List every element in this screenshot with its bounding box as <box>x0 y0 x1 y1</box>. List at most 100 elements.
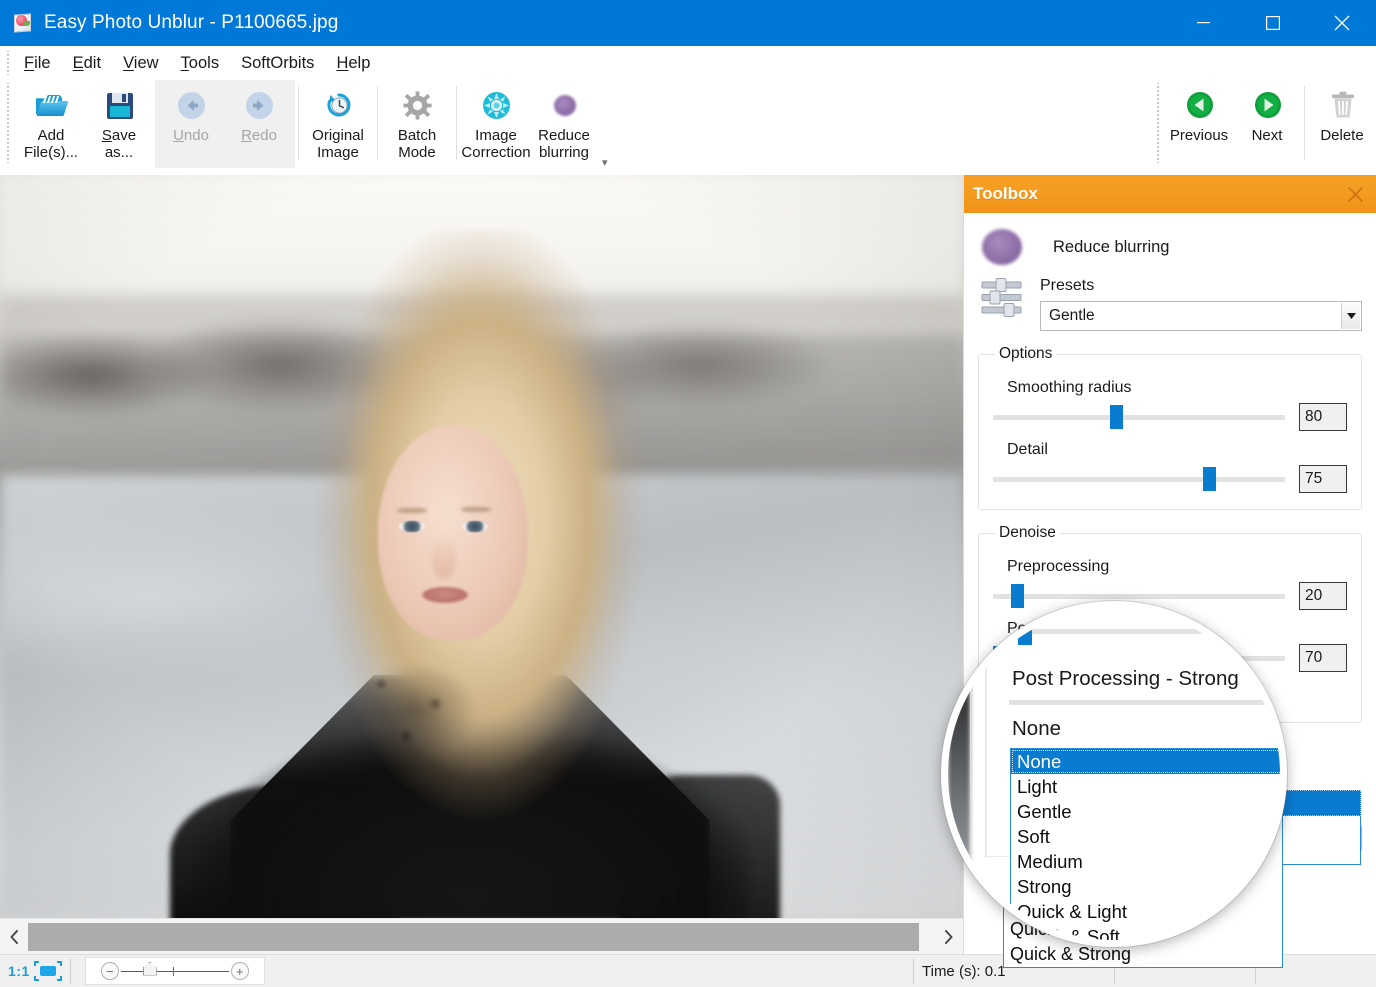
image-correction-button[interactable]: Image Correction <box>462 80 530 164</box>
dropdown-option-quick-strong[interactable]: Quick & Strong <box>1004 942 1282 967</box>
menu-grip-icon[interactable] <box>3 51 13 75</box>
maximize-button[interactable] <box>1238 0 1307 46</box>
menu-item-help[interactable]: Help <box>326 51 380 76</box>
original-image-label: Original Image <box>312 127 364 161</box>
batch-mode-button[interactable]: Batch Mode <box>383 80 451 164</box>
denoise-legend: Denoise <box>995 524 1060 542</box>
presets-combobox[interactable]: Gentle <box>1040 301 1362 331</box>
clock-history-icon <box>320 87 356 123</box>
zoom-handle[interactable] <box>143 962 157 976</box>
original-image-button[interactable]: Original Image <box>304 80 372 164</box>
window-controls <box>1169 0 1376 46</box>
magnified-option-quick-light[interactable]: Quick & Light <box>1011 899 1287 924</box>
magnified-dropdown-list[interactable]: None Light Gentle Soft Medium Strong Qui… <box>1010 748 1287 947</box>
toolbar-group-batch: Batch Mode <box>381 80 453 168</box>
magnified-panel-edge <box>970 608 972 947</box>
reduce-blurring-label: Reduce blurring <box>538 127 590 161</box>
toolbar-group-effects: Image Correction Reduce blurring <box>460 80 600 168</box>
detail-value[interactable]: 75 <box>1299 465 1347 493</box>
menu-item-tools[interactable]: Tools <box>171 51 230 76</box>
magnified-post-processing-label: Post Processing - Strong <box>1012 667 1239 691</box>
undo-label: Undo <box>173 127 209 144</box>
slider-thumb[interactable] <box>1011 584 1024 608</box>
toolbox-close-button[interactable] <box>1342 181 1368 207</box>
image-correction-label: Image Correction <box>461 127 530 161</box>
redo-arrow-icon <box>241 87 277 123</box>
preprocessing-row: 20 <box>993 582 1347 610</box>
zoom-slider[interactable]: − + <box>85 957 265 985</box>
chevron-down-icon[interactable] <box>1341 303 1360 329</box>
magnified-option-strong[interactable]: Strong <box>1011 874 1287 899</box>
delete-button[interactable]: Delete <box>1308 80 1376 164</box>
time-label: Time (s): 0.1 <box>922 963 1006 980</box>
redo-button[interactable]: Redo <box>225 80 293 164</box>
presets-label: Presets <box>1040 277 1362 295</box>
toolbar-separator <box>298 86 299 160</box>
slider-thumb[interactable] <box>1110 405 1123 429</box>
magnified-combo-value: None <box>1012 717 1061 741</box>
options-group: Options Smoothing radius 80 Detail 75 <box>978 345 1362 510</box>
toolbar-separator <box>456 86 457 160</box>
add-files-label: Add File(s)... <box>24 127 78 161</box>
photo-preview[interactable] <box>0 175 963 918</box>
post-processing-value[interactable]: 70 <box>1299 644 1347 672</box>
scrollbar-thumb[interactable] <box>28 923 919 951</box>
active-tool-header: Reduce blurring <box>978 229 1362 265</box>
next-label: Next <box>1252 127 1283 144</box>
toolbar-group-original: Original Image <box>302 80 374 168</box>
scrollbar-track[interactable] <box>28 920 935 954</box>
undo-button[interactable]: Undo <box>157 80 225 164</box>
menu-item-edit[interactable]: Edit <box>63 51 111 76</box>
menu-item-softorbits[interactable]: SoftOrbits <box>231 51 324 76</box>
toolbar-group-file: Add File(s)... Saveas... <box>15 80 155 168</box>
magnified-option-medium[interactable]: Medium <box>1011 849 1287 874</box>
scroll-left-button[interactable] <box>0 920 28 954</box>
toolbar-grip-icon-right[interactable] <box>1153 83 1163 163</box>
horizontal-scrollbar[interactable] <box>0 918 963 954</box>
detail-row: 75 <box>993 465 1347 493</box>
magnified-option-soft[interactable]: Soft <box>1011 824 1287 849</box>
previous-button[interactable]: Previous <box>1165 80 1233 164</box>
smoothing-radius-label: Smoothing radius <box>1007 379 1347 397</box>
toolbar-grip-icon[interactable] <box>3 83 13 163</box>
minus-icon[interactable]: − <box>101 962 119 980</box>
save-as-label: Saveas... <box>102 127 136 161</box>
save-as-button[interactable]: Saveas... <box>85 80 153 164</box>
zoom-ratio-label: 1:1 <box>8 963 30 979</box>
toolbox-header: Toolbox <box>964 175 1376 213</box>
toolbox-title: Toolbox <box>973 184 1038 204</box>
detail-slider[interactable] <box>993 466 1285 492</box>
next-button[interactable]: Next <box>1233 80 1301 164</box>
close-button[interactable] <box>1307 0 1376 46</box>
toolbar-overflow-icon[interactable]: ▾ <box>602 156 608 169</box>
zoom-tick <box>173 967 174 976</box>
zoom-ratio-cell[interactable]: 1:1 <box>0 955 70 987</box>
floppy-save-icon <box>101 87 137 123</box>
sliders-icon <box>980 277 1026 329</box>
magnified-preprocessing-thumb[interactable] <box>1018 619 1032 645</box>
smoothing-radius-row: 80 <box>993 403 1347 431</box>
window-title: Easy Photo Unblur - P1100665.jpg <box>44 12 338 34</box>
zoom-track[interactable] <box>121 971 229 972</box>
delete-label: Delete <box>1320 127 1363 144</box>
magnified-option-gentle[interactable]: Gentle <box>1011 799 1287 824</box>
fit-to-window-icon[interactable] <box>34 961 62 981</box>
open-folder-icon <box>33 87 69 123</box>
options-legend: Options <box>995 345 1056 363</box>
slider-thumb[interactable] <box>1203 467 1216 491</box>
smoothing-radius-value[interactable]: 80 <box>1299 403 1347 431</box>
reduce-blurring-button[interactable]: Reduce blurring <box>530 80 598 164</box>
magnified-option-light[interactable]: Light <box>1011 774 1287 799</box>
magnified-option-none[interactable]: None <box>1011 749 1287 774</box>
add-files-button[interactable]: Add File(s)... <box>17 80 85 164</box>
reduce-blurring-icon <box>546 87 582 123</box>
toolbar-group-navigation: Previous Next <box>1150 80 1376 168</box>
minimize-button[interactable] <box>1169 0 1238 46</box>
smoothing-radius-slider[interactable] <box>993 404 1285 430</box>
menu-item-file[interactable]: File <box>14 51 61 76</box>
photo-vignette <box>0 175 963 918</box>
toolbar-separator <box>1304 86 1305 160</box>
preprocessing-value[interactable]: 20 <box>1299 582 1347 610</box>
menu-item-view[interactable]: View <box>113 51 168 76</box>
plus-icon[interactable]: + <box>231 962 249 980</box>
